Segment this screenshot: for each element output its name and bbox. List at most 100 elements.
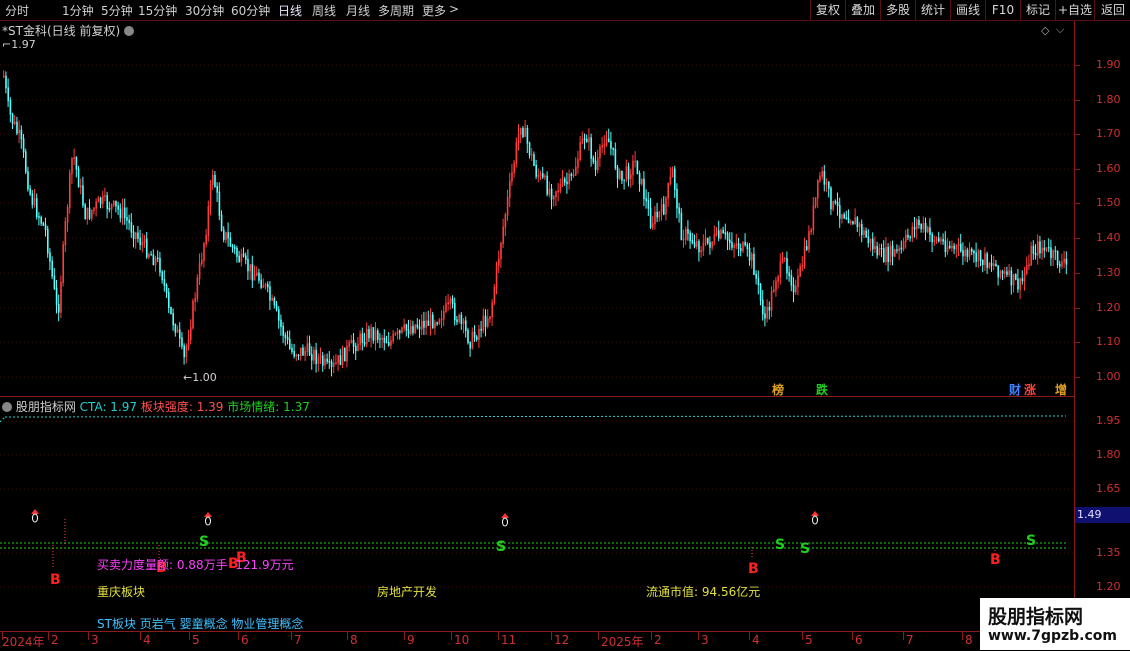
date-label: 2: [654, 633, 662, 647]
candle-body: [718, 230, 720, 239]
mark-button[interactable]: 标记: [1020, 0, 1055, 20]
badge-cai[interactable]: 财: [1009, 381, 1021, 398]
period-tab-multi[interactable]: 多周期: [378, 2, 414, 19]
candle-body: [984, 253, 986, 265]
multi-stock-button[interactable]: 多股: [880, 0, 915, 20]
candle-body: [535, 164, 537, 177]
candle-body: [951, 245, 953, 249]
candle-body: [282, 325, 284, 336]
candle-body: [328, 360, 331, 363]
candle-body: [693, 242, 696, 247]
chevron-right-icon[interactable]: >: [449, 2, 459, 16]
badge-die[interactable]: 跌: [816, 381, 828, 398]
price-tick-mark: [1074, 100, 1080, 101]
price-tick-label: 1.10: [1096, 335, 1121, 348]
candle-body: [77, 168, 80, 188]
overlay-button[interactable]: 叠加: [845, 0, 880, 20]
stats-button[interactable]: 统计: [915, 0, 950, 20]
candle-body: [194, 298, 196, 302]
period-tab-15min[interactable]: 15分钟: [138, 2, 177, 19]
candle-body: [757, 277, 760, 286]
candle-body: [619, 170, 621, 179]
candle-body: [99, 197, 102, 205]
candle-body: [322, 355, 324, 366]
candle-body: [946, 245, 949, 253]
candle-body: [927, 227, 929, 233]
candlestick-chart: [0, 64, 1074, 378]
period-tab-daily[interactable]: 日线: [278, 2, 302, 19]
signal-ring-marker: [32, 513, 38, 523]
candle-body: [786, 258, 788, 274]
date-label: 2024年: [2, 635, 45, 649]
date-tick: [802, 632, 803, 640]
back-button[interactable]: 返回: [1094, 0, 1130, 20]
period-tab-monthly[interactable]: 月线: [346, 2, 370, 19]
fuquan-button[interactable]: 复权: [810, 0, 845, 20]
candle-body: [621, 170, 623, 181]
candle-body: [773, 289, 775, 292]
period-tab-fenshi[interactable]: 分时: [5, 2, 29, 19]
candle-body: [819, 175, 821, 181]
signal-ring-marker: [205, 516, 211, 526]
add-watchlist-button[interactable]: +自选: [1055, 0, 1094, 20]
candle-body: [363, 341, 366, 345]
candle-body: [517, 133, 520, 144]
candle-body: [405, 324, 408, 331]
candle-body: [401, 327, 403, 333]
market-cap-label: 流通市值:: [646, 585, 702, 599]
price-tick-label: 1.00: [1096, 370, 1121, 383]
candle-body: [700, 250, 702, 253]
draw-line-button[interactable]: 画线: [950, 0, 985, 20]
candle-body: [451, 298, 454, 305]
candle-body: [605, 138, 608, 145]
candle-body: [27, 171, 29, 190]
candle-body: [377, 330, 379, 340]
period-tab-60min[interactable]: 60分钟: [231, 2, 270, 19]
price-tick-mark: [1074, 238, 1080, 239]
candle-body: [513, 162, 515, 174]
candle-body: [698, 241, 700, 253]
candle-body: [779, 261, 782, 278]
candle-body: [319, 355, 322, 359]
period-tab-1min[interactable]: 1分钟: [62, 2, 94, 19]
candle-body: [482, 315, 485, 331]
candle-body: [968, 248, 971, 257]
candle-body: [165, 284, 168, 293]
period-tab-5min[interactable]: 5分钟: [101, 2, 133, 19]
candle-body: [1032, 245, 1035, 254]
candle-body: [493, 286, 496, 304]
candle-body: [960, 243, 962, 252]
candle-body: [588, 137, 590, 143]
badge-zeng[interactable]: 增: [1055, 381, 1067, 398]
badge-zhang[interactable]: 涨: [1024, 381, 1036, 398]
candle-body: [168, 291, 170, 309]
candle-body: [1028, 264, 1030, 267]
candle-body: [25, 151, 27, 173]
candle-body: [423, 320, 425, 328]
candle-body: [548, 188, 551, 195]
period-tab-30min[interactable]: 30分钟: [185, 2, 224, 19]
period-tab-more[interactable]: 更多: [422, 2, 446, 19]
candle-body: [308, 343, 311, 356]
badge-bang[interactable]: 榜: [772, 381, 784, 398]
candle-body: [753, 253, 755, 275]
candle-body: [130, 222, 133, 233]
candle-body: [152, 254, 155, 266]
date-tick: [598, 632, 599, 640]
candle-body: [988, 262, 991, 268]
candle-body: [531, 154, 533, 156]
date-tick: [404, 632, 405, 640]
f10-button[interactable]: F10: [985, 0, 1020, 20]
candle-body: [744, 241, 746, 246]
date-tick: [451, 632, 452, 640]
candle-body: [181, 337, 183, 347]
candle-body: [814, 197, 817, 207]
candle-body: [247, 258, 249, 272]
candle-body: [201, 259, 203, 264]
sell-marker: S: [1026, 533, 1037, 549]
candle-body: [896, 249, 898, 251]
period-tab-weekly[interactable]: 周线: [312, 2, 336, 19]
candle-body: [58, 303, 60, 313]
candle-body: [944, 240, 947, 253]
candle-body: [9, 100, 12, 115]
